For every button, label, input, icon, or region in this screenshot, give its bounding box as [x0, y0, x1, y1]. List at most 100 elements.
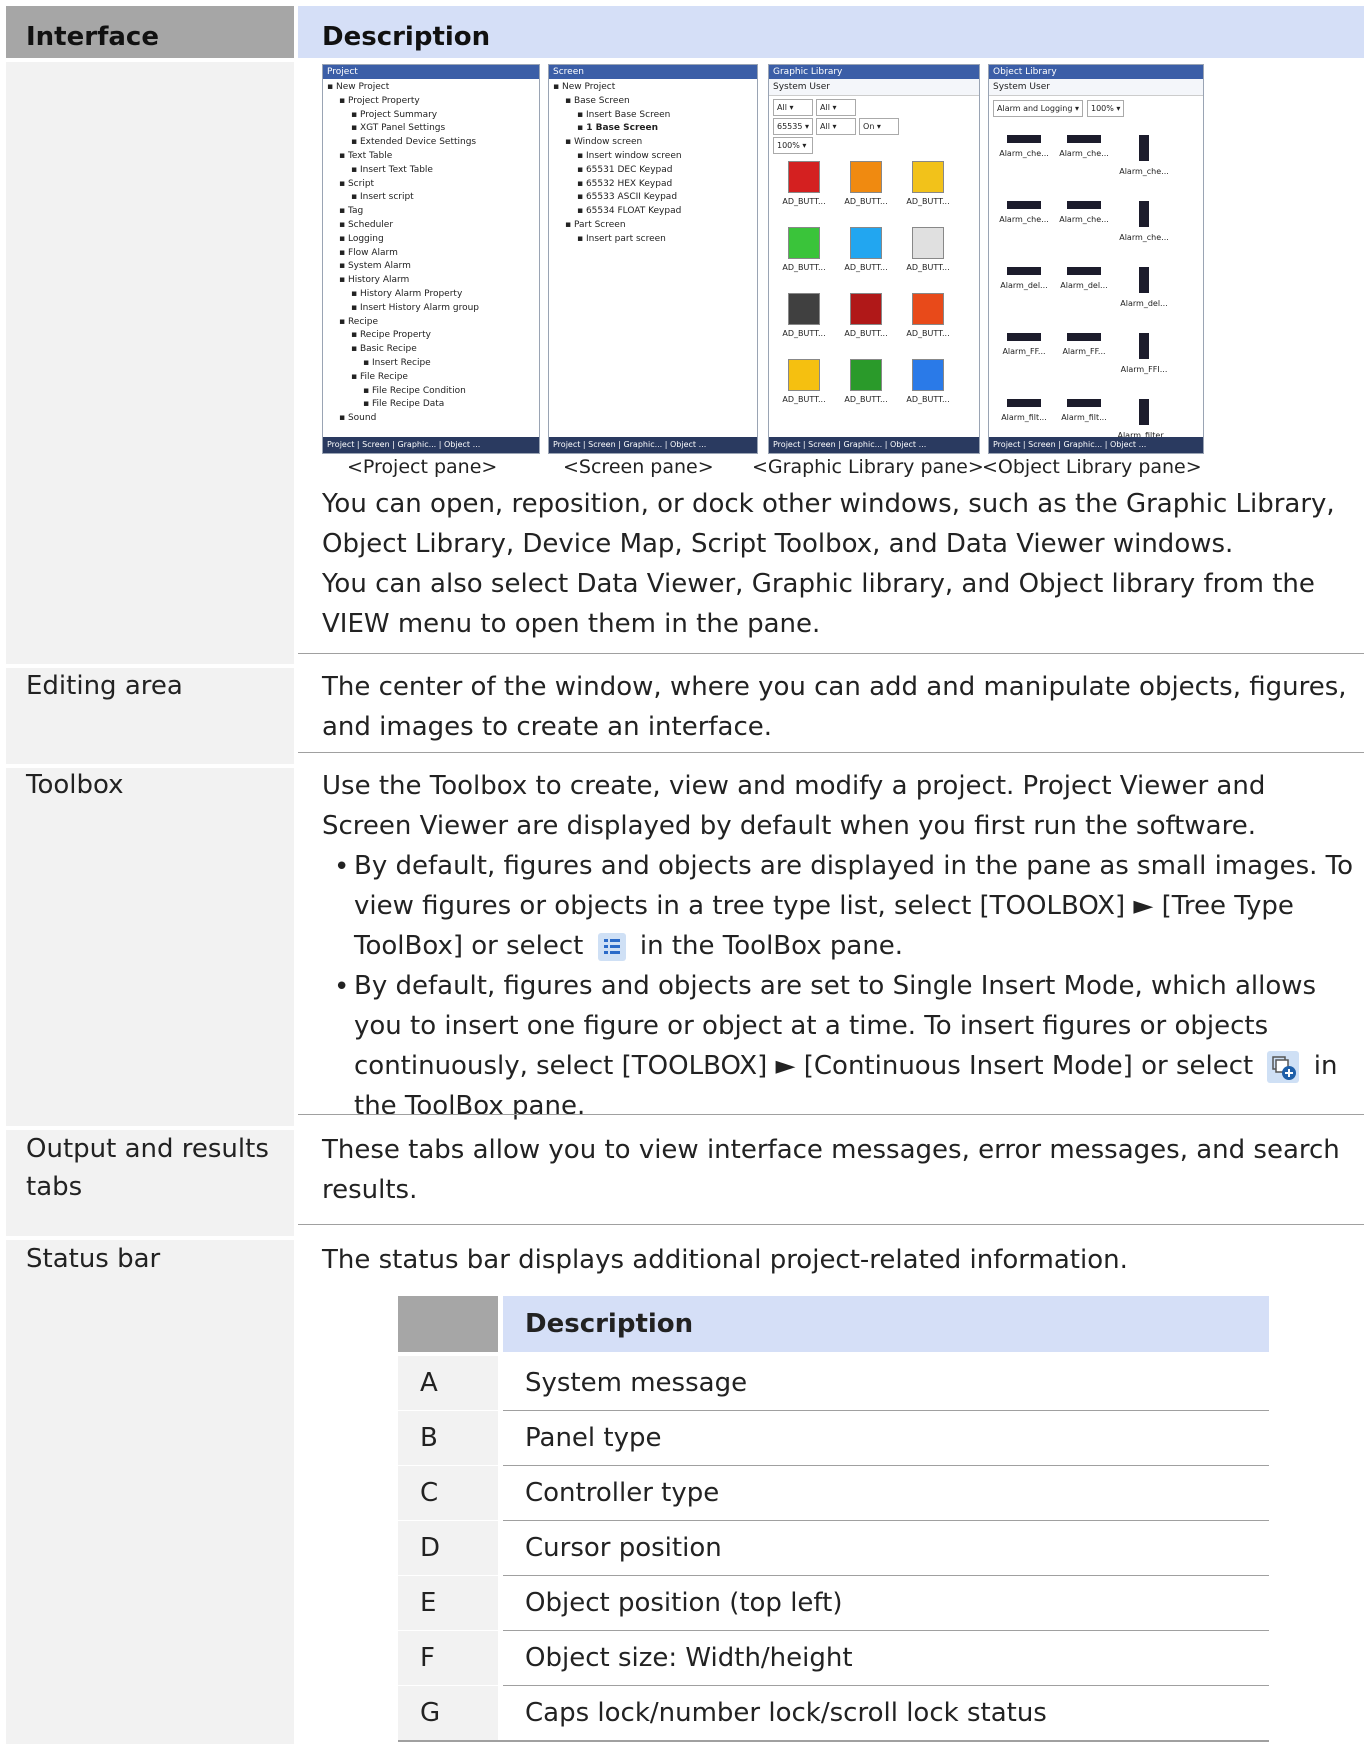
tree-item[interactable]: ▪ Part Screen [553, 219, 757, 233]
tree-item[interactable]: ▪ Tag [327, 205, 539, 219]
tree-item[interactable]: ▪ 65532 HEX Keypad [553, 178, 757, 192]
tree-item[interactable]: ▪ Insert script [327, 191, 539, 205]
graphic-item[interactable]: AD_BUTT... [899, 161, 957, 206]
tree-item[interactable]: ▪ Recipe Property [327, 329, 539, 343]
status-row-divider [503, 1630, 1269, 1631]
status-row-key: E [420, 1588, 437, 1618]
tree-item[interactable]: ▪ Logging [327, 233, 539, 247]
graphic-item-swatch [912, 227, 944, 259]
graphic-item[interactable]: AD_BUTT... [775, 161, 833, 206]
object-item[interactable]: Alarm_filt... [995, 393, 1053, 422]
tree-item[interactable]: ▪ System Alarm [327, 260, 539, 274]
tree-item[interactable]: ▪ File Recipe [327, 371, 539, 385]
tree-item[interactable]: ▪ File Recipe Condition [327, 385, 539, 399]
tree-item[interactable]: ▪ Project Summary [327, 109, 539, 123]
tree-item[interactable]: ▪ Scheduler [327, 219, 539, 233]
object-item[interactable]: Alarm_che... [995, 195, 1053, 224]
tree-item[interactable]: ▪ Window screen [553, 136, 757, 150]
tree-item[interactable]: ▪ Insert History Alarm group [327, 302, 539, 316]
graphic-item[interactable]: AD_BUTT... [775, 293, 833, 338]
object-item[interactable]: Alarm_FFI... [1115, 327, 1173, 374]
graphic-filter-select[interactable]: On ▾ [859, 118, 900, 135]
graphic-filter-select[interactable]: All ▾ [816, 118, 857, 135]
object-item[interactable]: Alarm_del... [995, 261, 1053, 290]
tree-item[interactable]: ▪ New Project [327, 81, 539, 95]
tree-item[interactable]: ▪ Insert Text Table [327, 164, 539, 178]
graphic-filter-select[interactable]: 100% ▾ [773, 137, 813, 154]
tree-item[interactable]: ▪ Base Screen [553, 95, 757, 109]
status-row-key-cell [398, 1356, 498, 1410]
tree-item[interactable]: ▪ Insert part screen [553, 233, 757, 247]
object-item-icon [1007, 333, 1041, 341]
graphic-item-label: AD_BUTT... [906, 395, 950, 404]
tree-item[interactable]: ▪ History Alarm [327, 274, 539, 288]
tree-item[interactable]: ▪ Recipe [327, 316, 539, 330]
object-library-pane-image: Object Library System User Alarm and Log… [988, 64, 1204, 454]
panes-description-1: You can open, reposition, or dock other … [322, 489, 1335, 559]
graphic-item[interactable]: AD_BUTT... [899, 293, 957, 338]
status-row-value: Caps lock/number lock/scroll lock status [525, 1698, 1047, 1728]
row-toolbox-label-cell [6, 768, 294, 1126]
tree-item[interactable]: ▪ Project Property [327, 95, 539, 109]
tree-item[interactable]: ▪ New Project [553, 81, 757, 95]
tree-item[interactable]: ▪ 65531 DEC Keypad [553, 164, 757, 178]
object-filters: Alarm and Logging ▾ 100% ▾ [989, 96, 1203, 121]
graphic-item[interactable]: AD_BUTT... [899, 359, 957, 404]
status-row-key-cell [398, 1576, 498, 1630]
object-item[interactable]: Alarm_del... [1055, 261, 1113, 290]
object-item-label: Alarm_che... [1119, 167, 1169, 176]
status-bar-description: The status bar displays additional proje… [322, 1245, 1128, 1275]
tree-item[interactable]: ▪ 1 Base Screen [553, 122, 757, 136]
graphic-item[interactable]: AD_BUTT... [899, 227, 957, 272]
tree-item[interactable]: ▪ Text Table [327, 150, 539, 164]
status-row-key-cell [398, 1686, 498, 1740]
graphic-item[interactable]: AD_BUTT... [775, 227, 833, 272]
object-item[interactable]: Alarm_filt... [1055, 393, 1113, 422]
tree-item[interactable]: ▪ Insert window screen [553, 150, 757, 164]
tree-item[interactable]: ▪ XGT Panel Settings [327, 122, 539, 136]
toolbox-bullet-2: By default, figures and objects are set … [354, 966, 1360, 1126]
tree-item[interactable]: ▪ Script [327, 178, 539, 192]
object-item[interactable]: Alarm_che... [1115, 195, 1173, 242]
tree-item[interactable]: ▪ Insert Base Screen [553, 109, 757, 123]
object-filter-select[interactable]: 100% ▾ [1086, 100, 1125, 117]
object-item-label: Alarm_che... [999, 215, 1049, 224]
tree-item[interactable]: ▪ Insert Recipe [327, 357, 539, 371]
graphic-item[interactable]: AD_BUTT... [837, 227, 895, 272]
graphic-filter-select[interactable]: All ▾ [816, 99, 856, 116]
object-item[interactable]: Alarm_che... [1055, 129, 1113, 158]
status-row-key: A [420, 1368, 438, 1398]
object-item[interactable]: Alarm_che... [1115, 129, 1173, 176]
tree-item[interactable]: ▪ Basic Recipe [327, 343, 539, 357]
screen-pane-title: Screen [549, 65, 757, 79]
object-item[interactable]: Alarm_FF... [1055, 327, 1113, 356]
graphic-item-label: AD_BUTT... [782, 263, 826, 272]
graphic-pane-toolbar: System User [769, 79, 979, 96]
tree-item[interactable]: ▪ History Alarm Property [327, 288, 539, 302]
graphic-filter-select[interactable]: All ▾ [773, 99, 813, 116]
graphic-filter-select[interactable]: 65535 ▾ [773, 118, 814, 135]
object-item[interactable]: Alarm_filter... [1115, 393, 1173, 440]
graphic-item[interactable]: AD_BUTT... [837, 293, 895, 338]
status-bar-label: Status bar [26, 1244, 161, 1274]
graphic-item[interactable]: AD_BUTT... [837, 161, 895, 206]
object-item[interactable]: Alarm_del... [1115, 261, 1173, 308]
tree-item[interactable]: ▪ Flow Alarm [327, 247, 539, 261]
graphic-item[interactable]: AD_BUTT... [775, 359, 833, 404]
graphic-item-label: AD_BUTT... [782, 329, 826, 338]
object-item[interactable]: Alarm_che... [995, 129, 1053, 158]
status-row-key-cell [398, 1521, 498, 1575]
object-pane-tabs: Project | Screen | Graphic... | Object .… [989, 437, 1203, 453]
object-filter-select[interactable]: Alarm and Logging ▾ [993, 100, 1083, 117]
object-item[interactable]: Alarm_FF... [995, 327, 1053, 356]
tree-item[interactable]: ▪ 65533 ASCII Keypad [553, 191, 757, 205]
tree-item[interactable]: ▪ File Recipe Data [327, 398, 539, 412]
tree-item[interactable]: ▪ 65534 FLOAT Keypad [553, 205, 757, 219]
object-item-label: Alarm_che... [1119, 233, 1169, 242]
graphic-item[interactable]: AD_BUTT... [837, 359, 895, 404]
object-item[interactable]: Alarm_che... [1055, 195, 1113, 224]
panes-description-2: You can also select Data Viewer, Graphic… [322, 569, 1315, 639]
toolbox-bullet-2-text: By default, figures and objects are set … [354, 971, 1317, 1081]
tree-item[interactable]: ▪ Extended Device Settings [327, 136, 539, 150]
tree-item[interactable]: ▪ Sound [327, 412, 539, 426]
